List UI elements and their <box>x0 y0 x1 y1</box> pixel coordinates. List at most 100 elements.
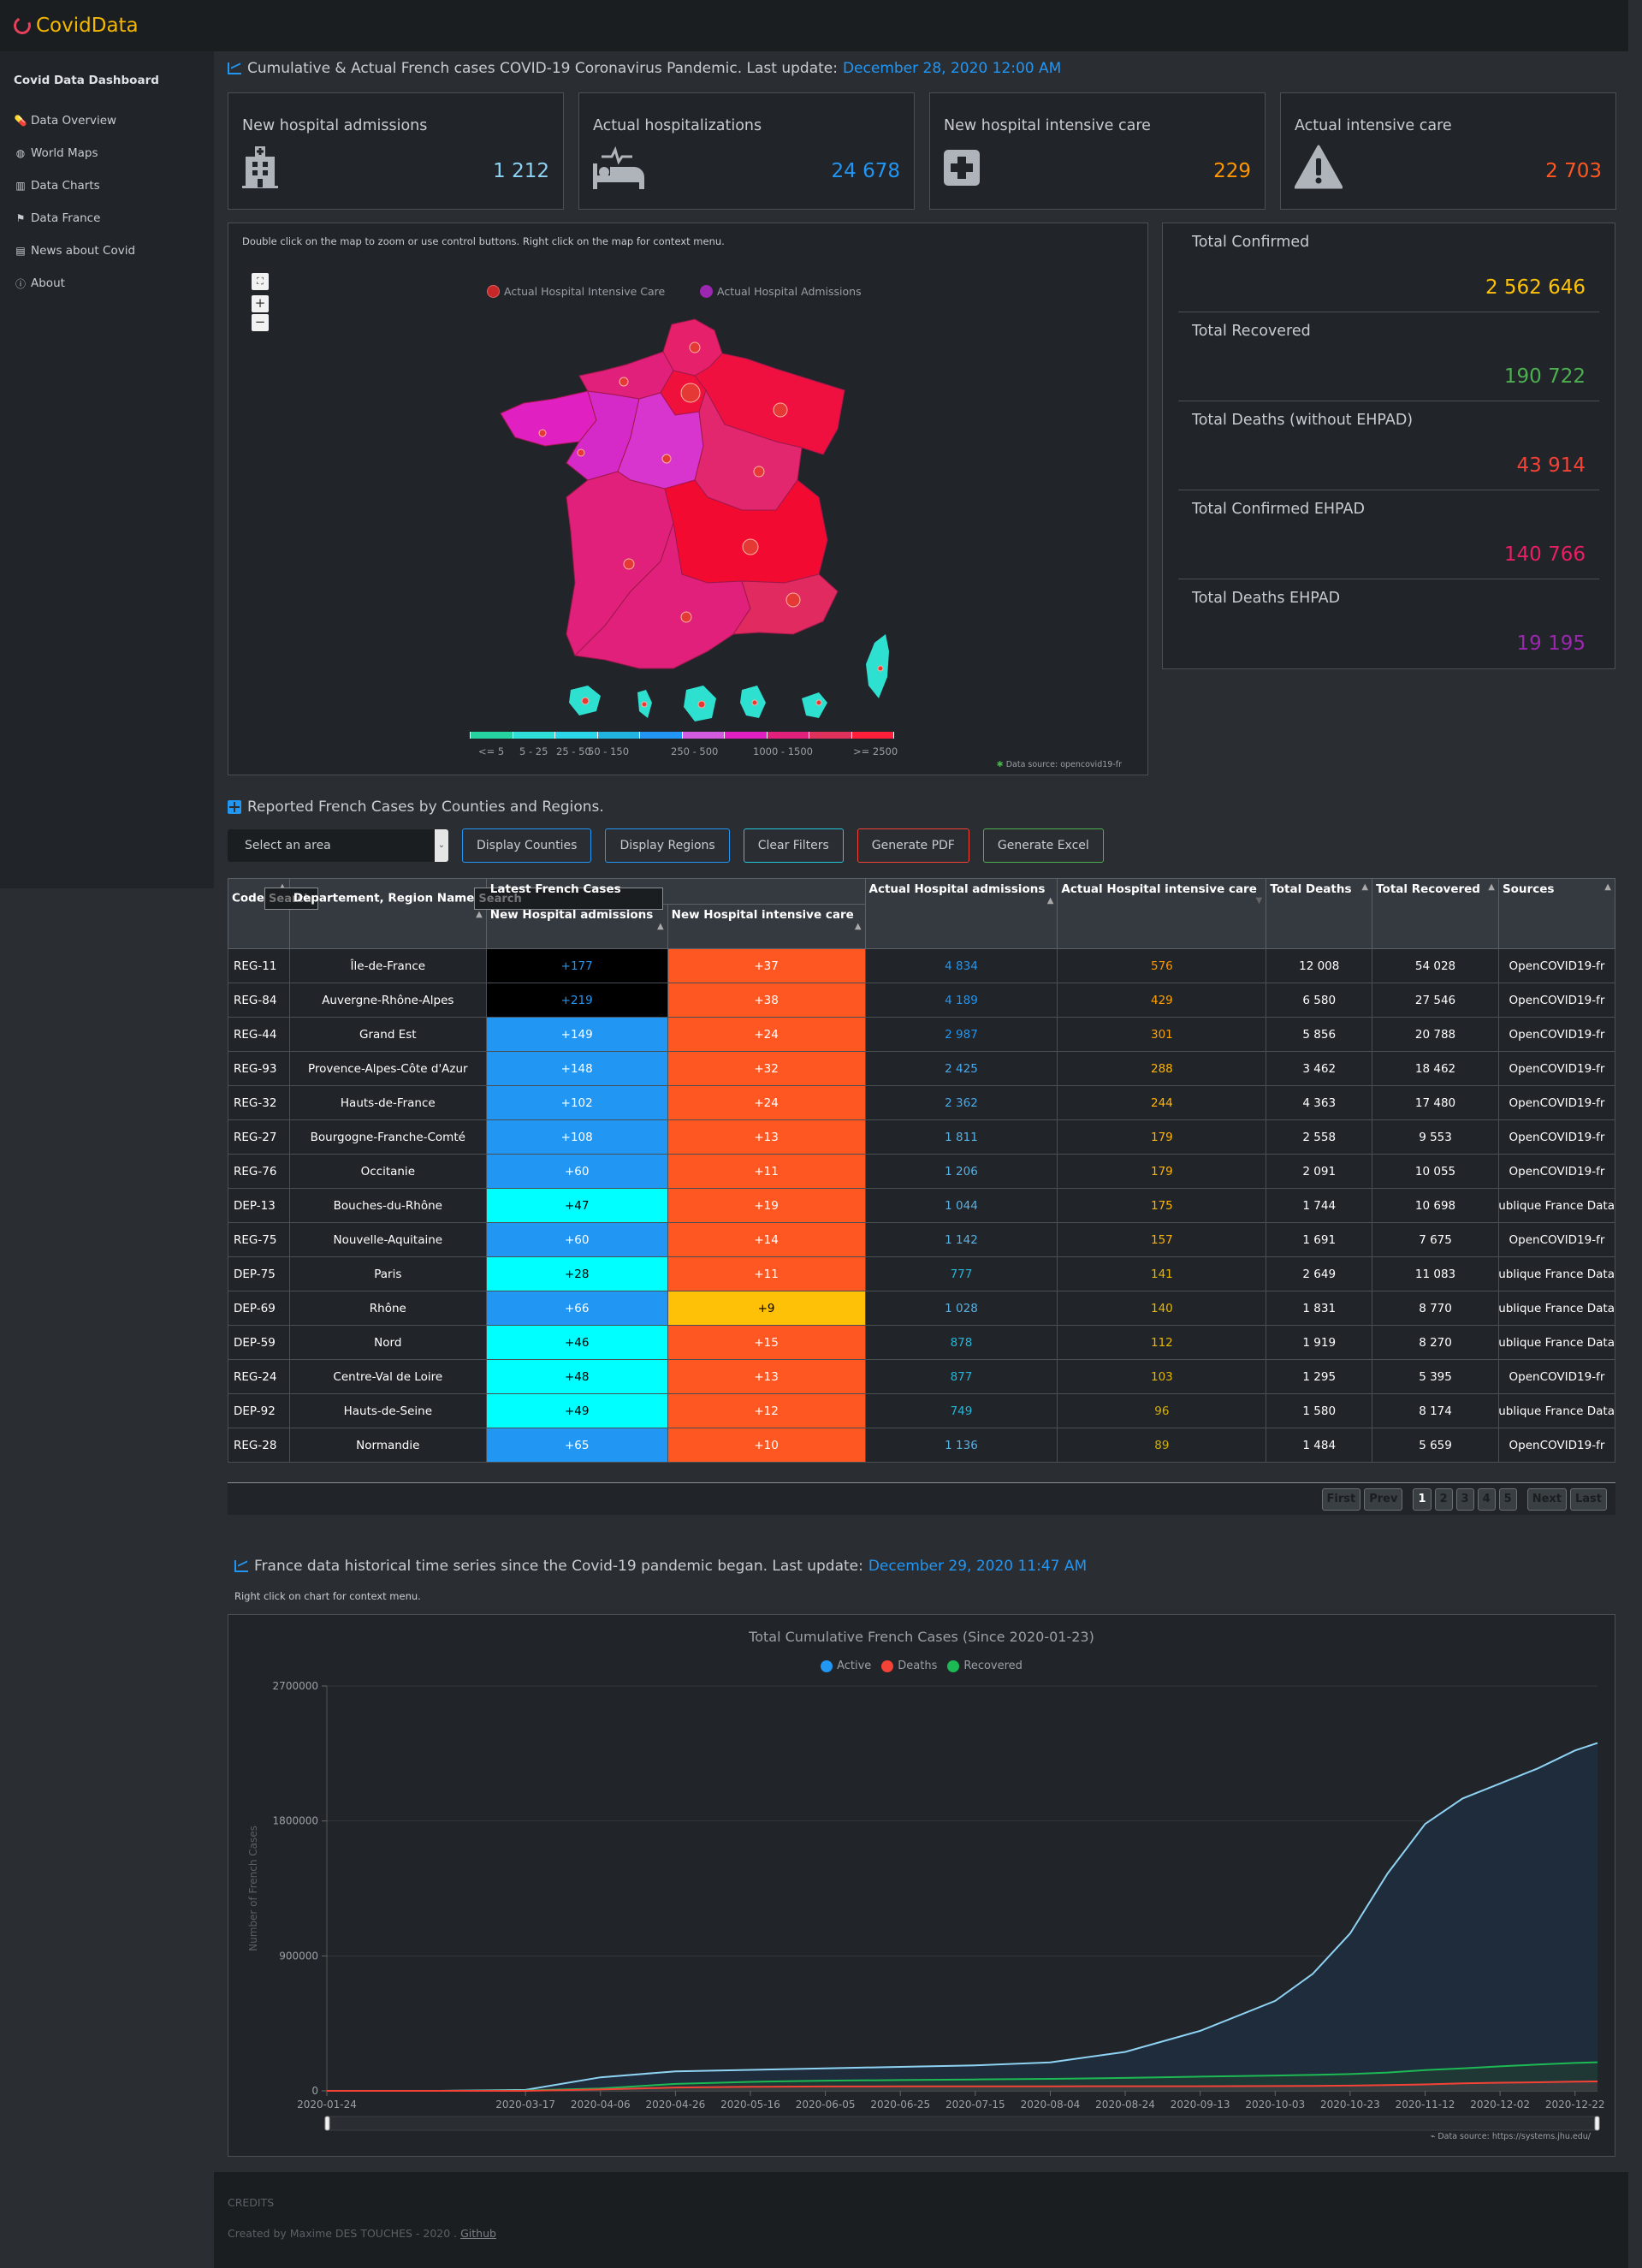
sidebar-item-world-maps[interactable]: ◍ World Maps <box>0 137 214 169</box>
line-chart-icon <box>228 62 241 74</box>
page-button-3[interactable]: 3 <box>1455 1488 1474 1511</box>
sort-asc-icon[interactable]: ▲ <box>1047 896 1054 905</box>
cell-source: OpenCOVID19-fr <box>1497 983 1616 1018</box>
col-new-icu[interactable]: New Hospital intensive care ▲ <box>667 904 866 949</box>
sidebar-item-data-charts[interactable]: ▥ Data Charts <box>0 169 214 202</box>
col-total-deaths[interactable]: Total Deaths ▲ <box>1266 878 1373 949</box>
card-value: 2 703 <box>1545 160 1602 182</box>
france-map-panel: Double click on the map to zoom or use c… <box>228 223 1148 775</box>
cell-new-adm: +48 <box>485 1359 668 1394</box>
cases-table-body: REG-11 Île-de-France +177 +37 4 834 576 12 008… <box>228 948 1616 1463</box>
clear-filters-button[interactable]: Clear Filters <box>743 828 844 863</box>
cell-source: OpenCOVID19-fr <box>1497 1222 1616 1257</box>
table-row[interactable]: DEP-92 Hauts-de-Seine +49 +12 749 96 1 580 8 17… <box>228 1393 1616 1428</box>
cell-recovered: 7 675 <box>1372 1222 1499 1257</box>
cell-source: Santé publique France Data <box>1497 1291 1616 1326</box>
x-tick-label: 2020-10-23 <box>1320 2099 1380 2111</box>
col-code[interactable]: Code▲ <box>228 878 318 949</box>
app-title[interactable]: CovidData <box>36 15 139 37</box>
col-new-admissions[interactable]: New Hospital admissions ▲ <box>485 904 668 949</box>
cell-act-icu: 179 <box>1057 1119 1267 1155</box>
generate-pdf-button[interactable]: Generate PDF <box>857 828 969 863</box>
page-scrollbar[interactable] <box>1628 0 1642 2268</box>
chart-hint: Right click on chart for context menu. <box>234 1590 421 1602</box>
sort-asc-icon[interactable]: ▲ <box>657 922 664 931</box>
col-name[interactable]: Departement, Region Name ▲ <box>288 878 664 949</box>
display-counties-button[interactable]: Display Counties <box>462 828 592 863</box>
footer: CREDITS Created by Maxime DES TOUCHES - … <box>214 2172 1628 2268</box>
cell-deaths: 1 484 <box>1266 1428 1373 1463</box>
france-map[interactable] <box>228 223 1149 776</box>
table-row[interactable]: DEP-13 Bouches-du-Rhône +47 +19 1 044 175 1 74… <box>228 1188 1616 1223</box>
last-page-button[interactable]: Last <box>1569 1488 1607 1511</box>
cell-name: Occitanie <box>288 1154 487 1189</box>
table-row[interactable]: REG-75 Nouvelle-Aquitaine +60 +14 1 142 157 1 … <box>228 1222 1616 1257</box>
sort-asc-icon[interactable]: ▲ <box>1488 882 1495 892</box>
x-tick-label: 2020-11-12 <box>1396 2099 1455 2111</box>
page-button-5[interactable]: 5 <box>1498 1488 1517 1511</box>
map-data-source[interactable]: ✱ Data source: opencovid19-fr <box>997 760 1122 769</box>
cell-name: Bourgogne-Franche-Comté <box>288 1119 487 1155</box>
table-row[interactable]: REG-44 Grand Est +149 +24 2 987 301 5 856 20 78… <box>228 1017 1616 1052</box>
x-tick-label: 2020-07-15 <box>945 2099 1005 2111</box>
cell-recovered: 54 028 <box>1372 948 1499 983</box>
sort-desc-icon[interactable]: ▼ <box>1256 896 1263 905</box>
table-row[interactable]: DEP-69Rhône+66+91 0281401 8318 770Santé … <box>228 1291 1616 1326</box>
cell-code: REG-44 <box>228 1017 290 1052</box>
bubble-martinique <box>641 701 648 708</box>
scale-segment <box>725 732 768 739</box>
sort-asc-icon[interactable]: ▲ <box>476 910 483 919</box>
col-actual-icu[interactable]: Actual Hospital intensive care ▼ <box>1057 878 1267 949</box>
github-link[interactable]: Github <box>460 2227 496 2240</box>
col-sources[interactable]: Sources ▲ <box>1497 878 1616 949</box>
prev-page-button[interactable]: Prev <box>1364 1488 1403 1511</box>
cell-new-adm: +60 <box>485 1222 668 1257</box>
region-paca <box>732 573 839 635</box>
scale-segment <box>809 732 852 739</box>
cell-source: OpenCOVID19-fr <box>1497 1085 1616 1120</box>
cell-act-icu: 96 <box>1057 1393 1267 1428</box>
table-row[interactable]: REG-76 Occitanie +60 +11 1 206 179 2 091 10 055… <box>228 1154 1616 1189</box>
sidebar-item-news[interactable]: ▤ News about Covid <box>0 235 214 267</box>
bar-chart-icon: ▥ <box>15 180 26 192</box>
sidebar-item-label: World Maps <box>31 146 98 160</box>
chart-data-source[interactable]: ⌁ Data source: https://systems.jhu.edu/ <box>1431 2132 1591 2141</box>
history-chart[interactable]: 0 900000 1800000 2700000 Number of French Ca… <box>228 1615 1616 2158</box>
region-mayotte <box>802 692 827 718</box>
table-row[interactable]: DEP-59Nord+46+158781121 9198 270Santé pu… <box>228 1325 1616 1360</box>
chart-source-label: Data source: https://systems.jhu.edu/ <box>1437 2132 1591 2141</box>
bubble-auvergne <box>742 538 759 555</box>
next-page-button[interactable]: Next <box>1526 1488 1567 1511</box>
table-row[interactable]: REG-24 Centre-Val de Loire +48 +13 877 103 1 2… <box>228 1359 1616 1394</box>
cell-recovered: 10 055 <box>1372 1154 1499 1189</box>
sidebar-item-data-overview[interactable]: 💊 Data Overview <box>0 104 214 137</box>
generate-excel-button[interactable]: Generate Excel <box>982 828 1104 863</box>
card-label: New hospital admissions <box>242 117 428 134</box>
page-button-1[interactable]: 1 <box>1413 1488 1432 1511</box>
sort-asc-icon[interactable]: ▲ <box>855 922 862 931</box>
area-select[interactable]: Select an area ⌄ <box>228 829 448 862</box>
sidebar-item-about[interactable]: ⓘ About <box>0 267 214 300</box>
table-row[interactable]: REG-11 Île-de-France +177 +37 4 834 576 12 008… <box>228 948 1616 983</box>
cell-act-adm: 1 206 <box>864 1154 1058 1189</box>
col-label: Actual Hospital intensive care <box>1061 882 1257 896</box>
sort-asc-icon[interactable]: ▲ <box>1604 882 1611 892</box>
table-row[interactable]: DEP-75Paris+28+117771412 64911 083Santé … <box>228 1256 1616 1291</box>
col-total-recovered[interactable]: Total Recovered ▲ <box>1372 878 1499 949</box>
table-row[interactable]: REG-93 Provence-Alpes-Côte d'Azur +148 +32 2… <box>228 1051 1616 1086</box>
table-row[interactable]: REG-27 Bourgogne-Franche-Comté +108 +13 1 81… <box>228 1119 1616 1155</box>
logo-ring-icon <box>11 15 33 37</box>
bubble-bourgogne <box>753 466 765 478</box>
page-button-4[interactable]: 4 <box>1477 1488 1496 1511</box>
table-row[interactable]: REG-28 Normandie +65 +10 1 136 89 1 484 5 659 Op… <box>228 1428 1616 1463</box>
sidebar-item-data-france[interactable]: ⚑ Data France <box>0 202 214 235</box>
table-row[interactable]: REG-32 Hauts-de-France +102 +24 2 362 244 4 36… <box>228 1085 1616 1120</box>
cell-deaths: 1 919 <box>1266 1325 1373 1360</box>
first-page-button[interactable]: First <box>1321 1488 1361 1511</box>
table-row[interactable]: REG-84 Auvergne-Rhône-Alpes +219 +38 4 189 42… <box>228 983 1616 1018</box>
sort-asc-icon[interactable]: ▲ <box>1361 882 1368 892</box>
total-confirmed-ehpad: Total Confirmed EHPAD 140 766 <box>1178 490 1599 579</box>
display-regions-button[interactable]: Display Regions <box>605 828 730 863</box>
col-actual-admissions[interactable]: Actual Hospital admissions ▲ <box>864 878 1058 949</box>
page-button-2[interactable]: 2 <box>1434 1488 1453 1511</box>
